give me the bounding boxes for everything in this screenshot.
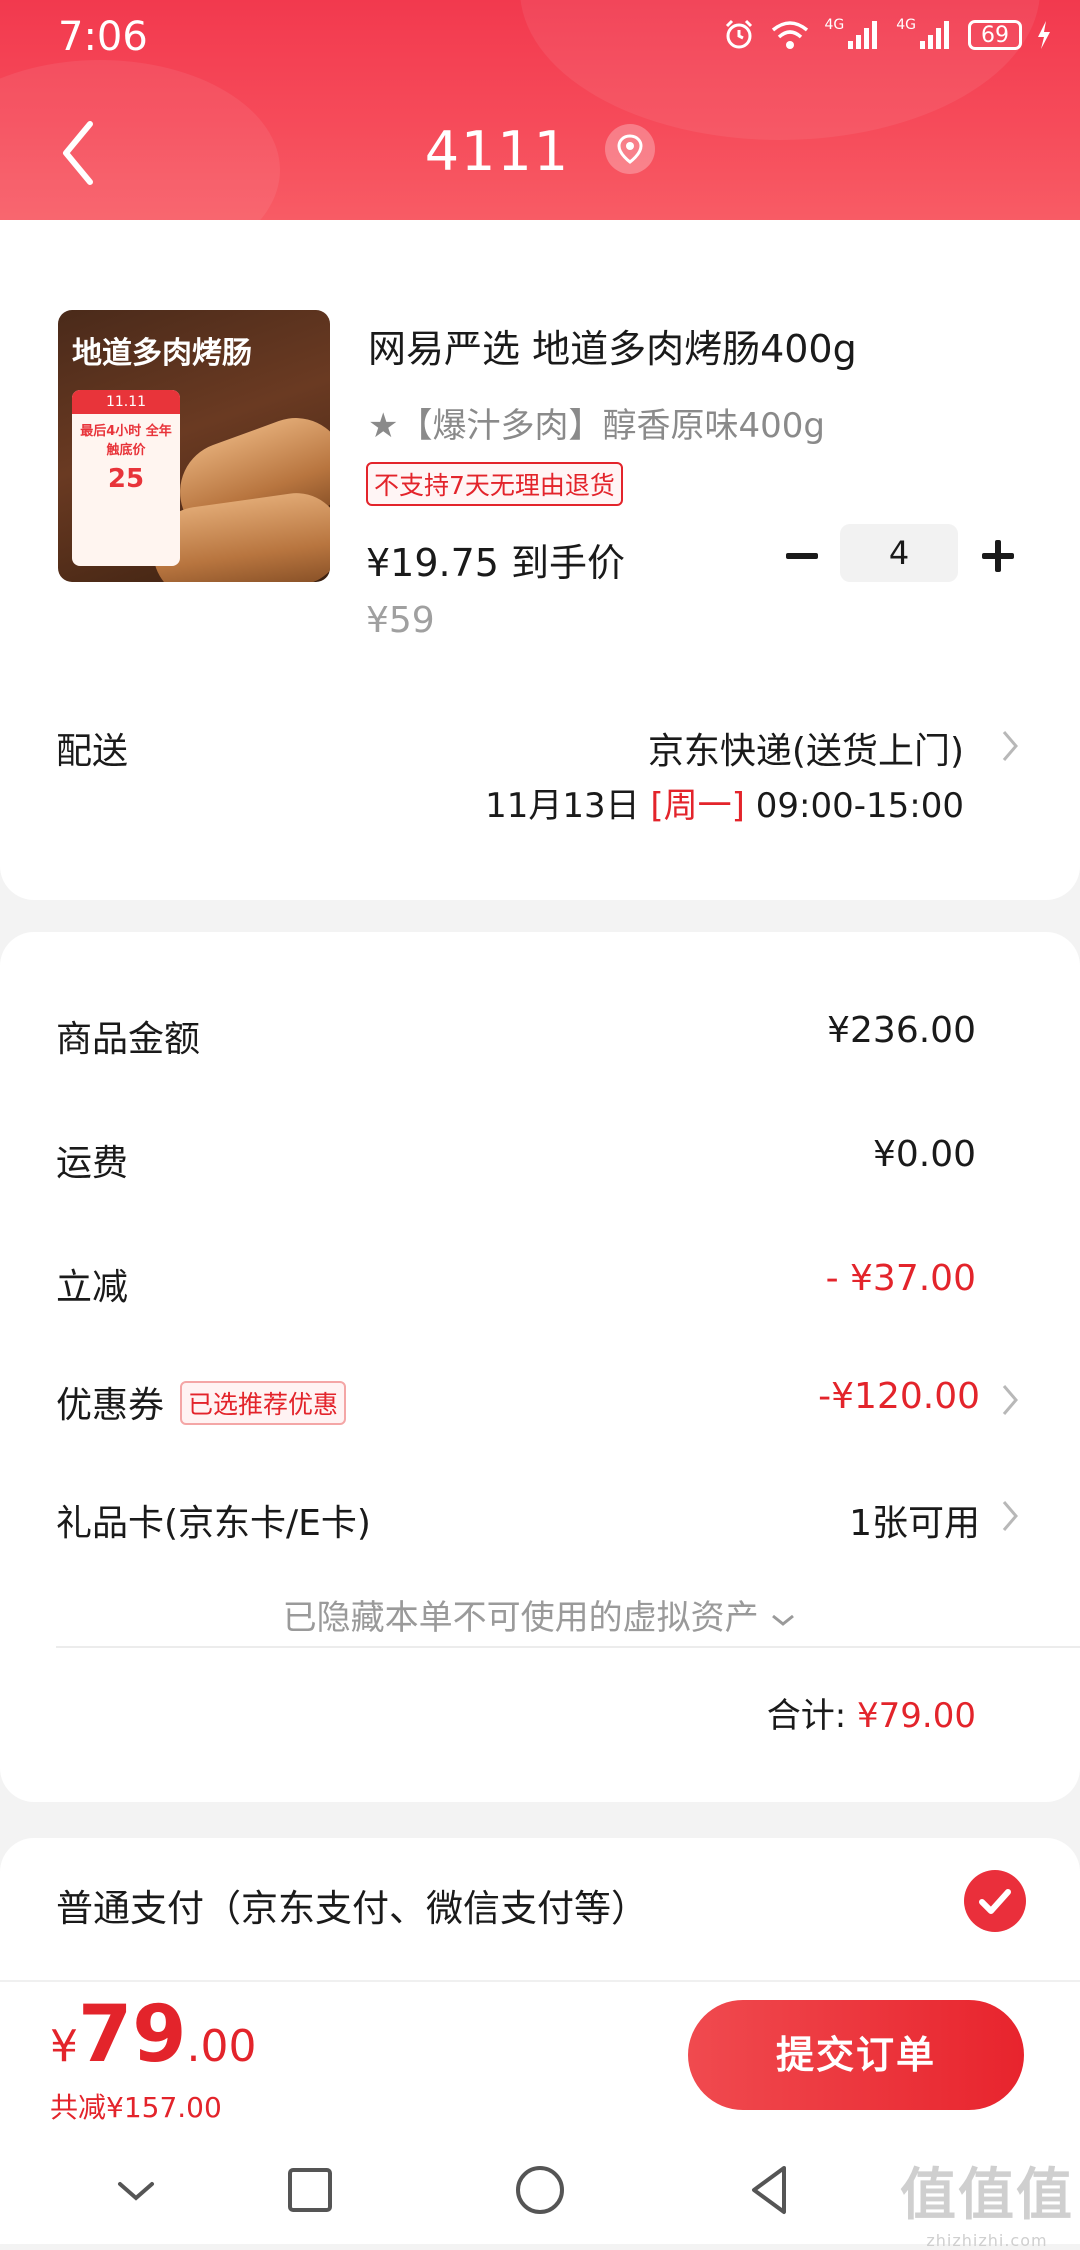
summary-label-gift-card[interactable]: 礼品卡(京东卡/E卡) <box>56 1494 371 1546</box>
quantity-plus-button[interactable] <box>976 534 1020 578</box>
divider <box>56 1646 1080 1648</box>
battery-indicator: 69 <box>968 20 1022 50</box>
summary-value-instant-discount: - ¥37.00 <box>825 1258 976 1299</box>
hidden-assets-toggle[interactable]: 已隐藏本单不可使用的虚拟资产 <box>0 1590 1080 1639</box>
submit-order-button[interactable]: 提交订单 <box>688 2000 1024 2110</box>
summary-value-coupon[interactable]: -¥120.00 <box>818 1376 980 1417</box>
summary-value-goods: ¥236.00 <box>827 1010 976 1051</box>
delivery-date: 11月13日 <box>485 786 640 826</box>
amount-decimal: .00 <box>186 2021 257 2072</box>
delivery-time-window: 09:00-15:00 <box>755 786 964 826</box>
signal-icon <box>920 21 949 49</box>
watermark-logo: 值值值 <box>900 2163 1074 2228</box>
network-type-label: 4G <box>896 17 916 33</box>
address-title[interactable]: 4111 <box>0 120 1080 183</box>
thumbnail-title: 地道多肉烤肠 <box>72 336 252 371</box>
amount-integer: 79 <box>78 1990 187 2080</box>
summary-label-shipping-fee: 运费 <box>56 1143 129 1184</box>
address-title-text: 4111 <box>424 120 571 183</box>
no-return-badge: 不支持7天无理由退货 <box>366 462 623 506</box>
chevron-down-icon <box>772 1614 795 1626</box>
wifi-icon <box>772 21 809 49</box>
price-summary-card <box>0 932 1080 1802</box>
product-name[interactable]: 网易严选 地道多肉烤肠400g <box>368 318 857 373</box>
alarm-icon <box>726 19 753 49</box>
shipping-label: 配送 <box>56 731 129 772</box>
summary-value-gift-card[interactable]: 1张可用 <box>849 1494 980 1546</box>
total-saved: 共减¥157.00 <box>50 2091 222 2124</box>
chevron-right-icon[interactable] <box>1000 1498 1022 1534</box>
shipping-method[interactable]: 京东快递(送货上门) <box>648 722 964 774</box>
status-icons: 4G 4G 69 <box>722 17 1052 52</box>
promo-text: 最后4小时 全年触底价 <box>80 424 172 458</box>
summary-label-goods: 商品金额 <box>56 1019 201 1060</box>
signal-icon <box>848 21 878 49</box>
quantity-minus-button[interactable] <box>780 534 824 578</box>
watermark-url: zhizhizhi.com <box>926 2231 1048 2250</box>
total-label: 合计: <box>766 1696 847 1736</box>
coupon-row[interactable]: 优惠券 已选推荐优惠 <box>56 1376 347 1429</box>
product-spec: ★【爆汁多肉】醇香原味400g <box>368 406 825 446</box>
delivery-weekday: [周一] <box>650 786 745 826</box>
summary-value-shipping-fee: ¥0.00 <box>872 1134 976 1175</box>
hidden-assets-text: 已隐藏本单不可使用的虚拟资产 <box>282 1598 759 1638</box>
site-watermark: 值值值 zhizhizhi.com <box>900 2150 1074 2250</box>
chevron-right-icon[interactable] <box>1000 728 1022 764</box>
summary-label-coupon: 优惠券 <box>56 1385 165 1426</box>
nav-back-icon[interactable] <box>740 2160 800 2220</box>
price-original: ¥59 <box>366 600 435 641</box>
currency-symbol: ¥ <box>50 2021 78 2072</box>
promo-price: 25 <box>107 464 145 494</box>
selected-check-icon[interactable] <box>964 1870 1026 1932</box>
product-thumbnail[interactable]: 地道多肉烤肠 11.11 最后4小时 全年触底价 25 <box>58 310 330 582</box>
charging-icon <box>1038 21 1050 49</box>
thumbnail-promo: 11.11 最后4小时 全年触底价 25 <box>72 390 180 566</box>
nav-collapse-icon[interactable] <box>106 2160 166 2220</box>
summary-label-instant-discount: 立减 <box>56 1267 129 1308</box>
shipping-date[interactable]: 11月13日 [周一] 09:00-15:00 <box>485 778 964 827</box>
recommended-coupon-tag: 已选推荐优惠 <box>180 1381 347 1425</box>
status-time: 7:06 <box>58 14 148 60</box>
nav-home-icon[interactable] <box>510 2160 570 2220</box>
promo-top-label: 11.11 <box>72 390 180 414</box>
network-type-label: 4G <box>824 17 845 33</box>
price-final: ¥19.75 到手价 <box>366 541 626 585</box>
pay-amount: ¥79.00 <box>50 1990 257 2080</box>
total-value: ¥79.00 <box>857 1696 976 1736</box>
chevron-right-icon[interactable] <box>1000 1382 1022 1418</box>
payment-method-label[interactable]: 普通支付（京东支付、微信支付等） <box>56 1878 648 1932</box>
quantity-input[interactable]: 4 <box>840 524 958 582</box>
order-total: 合计: ¥79.00 <box>767 1688 976 1737</box>
nav-recents-icon[interactable] <box>280 2160 340 2220</box>
location-pin-icon[interactable] <box>605 124 656 175</box>
